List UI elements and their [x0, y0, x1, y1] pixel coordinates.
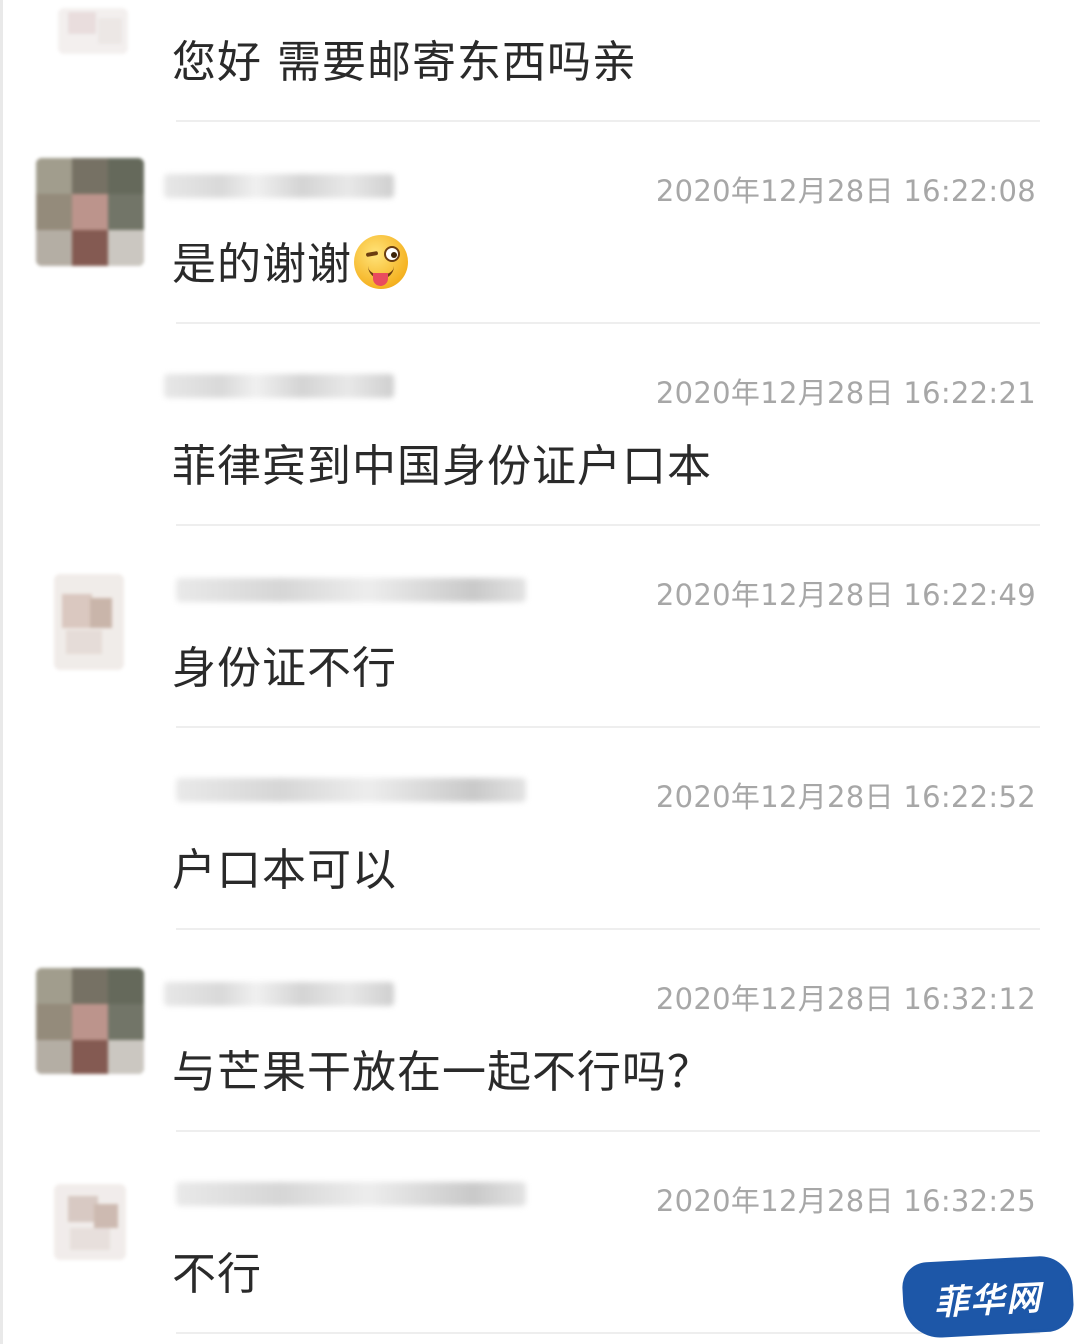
avatar[interactable] [54, 574, 124, 670]
avatar[interactable] [36, 968, 144, 1074]
message-timestamp: 2020年12月28日 16:22:08 [655, 174, 1036, 208]
avatar[interactable] [36, 158, 144, 266]
message-text-content: 是的谢谢 [172, 239, 352, 290]
site-watermark-logo: 菲华网 [904, 1257, 1072, 1337]
sender-name-redacted [176, 778, 526, 802]
message-timestamp: 2020年12月28日 16:22:52 [655, 780, 1036, 814]
message-text: 不行 [172, 1249, 262, 1300]
sender-name-redacted [176, 578, 526, 602]
message-timestamp: 2020年12月28日 16:32:25 [655, 1184, 1036, 1218]
chat-log: 您好 需要邮寄东西吗亲 2020年12月28日 16:22:08 是的谢谢 20… [0, 0, 1080, 1344]
avatar[interactable] [58, 8, 128, 54]
sender-name-redacted [176, 1182, 526, 1206]
message-text: 您好 需要邮寄东西吗亲 [172, 37, 637, 88]
divider [176, 1332, 1040, 1334]
message-text: 菲律宾到中国身份证户口本 [172, 441, 712, 492]
left-border [0, 0, 3, 1344]
message-timestamp: 2020年12月28日 16:32:12 [655, 982, 1036, 1016]
message-text: 与芒果干放在一起不行吗？ [172, 1047, 712, 1098]
message-text: 是的谢谢 [172, 228, 408, 292]
watermark-text: 菲华网 [933, 1277, 1044, 1324]
sender-name-redacted [164, 174, 394, 198]
divider [176, 928, 1040, 930]
message-text: 户口本可以 [172, 845, 397, 896]
message-timestamp: 2020年12月28日 16:22:49 [655, 578, 1036, 612]
message-text: 身份证不行 [172, 643, 397, 694]
sender-name-redacted [164, 982, 394, 1006]
divider [176, 1130, 1040, 1132]
avatar[interactable] [54, 1184, 126, 1260]
divider [176, 524, 1040, 526]
divider [176, 322, 1040, 324]
divider [176, 726, 1040, 728]
sender-name-redacted [164, 374, 394, 398]
winking-tongue-emoji-icon [354, 235, 408, 289]
divider [176, 120, 1040, 122]
message-timestamp: 2020年12月28日 16:22:21 [655, 376, 1036, 410]
